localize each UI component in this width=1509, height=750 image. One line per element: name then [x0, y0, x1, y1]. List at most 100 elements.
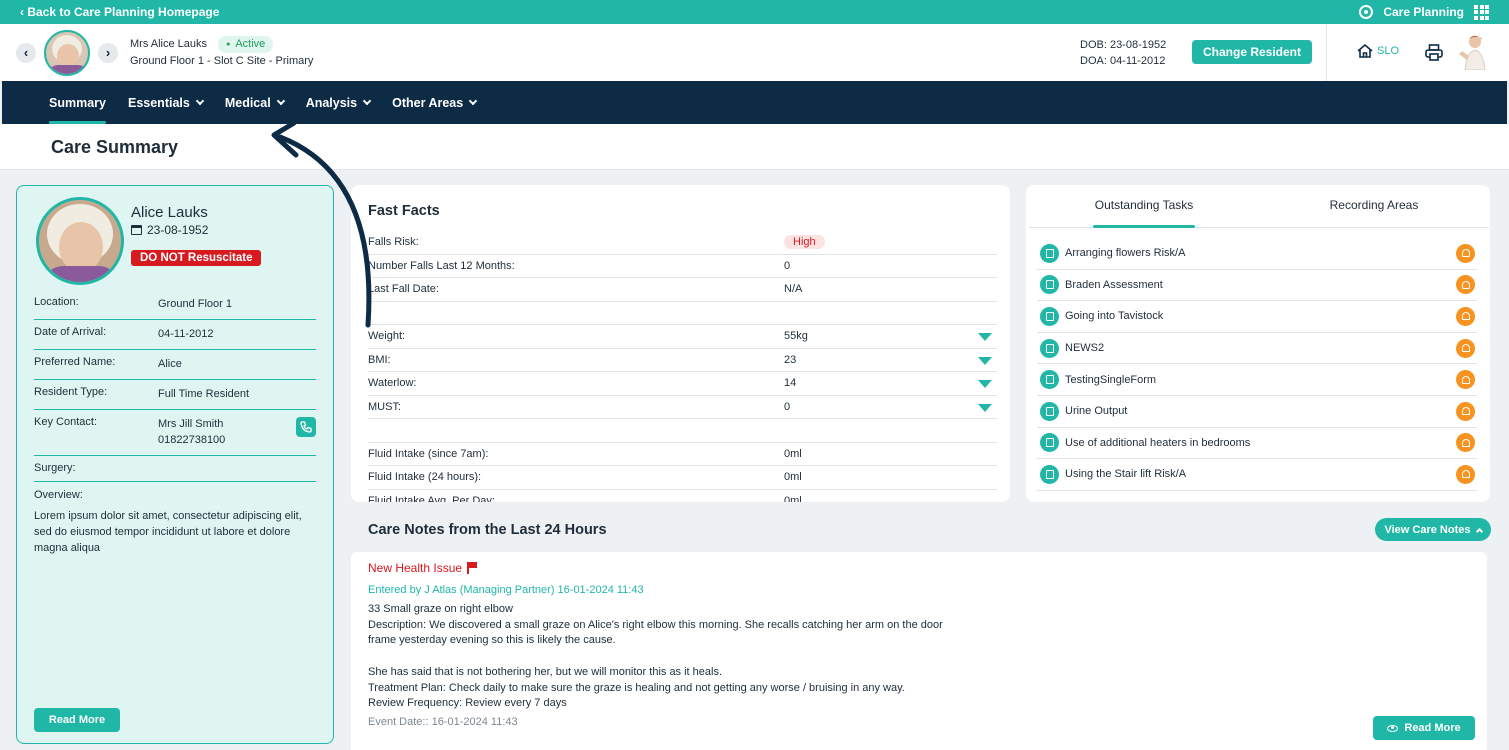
- chevron-down-icon: [468, 96, 478, 105]
- row-key: Preferred Name:: [34, 356, 116, 368]
- task-item[interactable]: TestingSingleForm: [1037, 364, 1477, 396]
- resident-photo: [36, 197, 124, 285]
- task-item[interactable]: Arranging flowers Risk/A: [1037, 238, 1477, 270]
- profile-row-location: Location: Ground Floor 1: [34, 290, 316, 320]
- note-line: Treatment Plan: Check daily to make sure…: [368, 681, 905, 694]
- task-item[interactable]: Going into Tavistock: [1037, 301, 1477, 333]
- print-icon[interactable]: [1425, 44, 1443, 61]
- note-line: frame yesterday evening so this is likel…: [368, 634, 616, 647]
- nav-summary[interactable]: Summary: [49, 81, 106, 124]
- expand-triangle-icon[interactable]: [978, 403, 992, 412]
- task-item[interactable]: NEWS2: [1037, 333, 1477, 365]
- profile-dob-value: 23-08-1952: [147, 223, 209, 237]
- note-line: [368, 649, 1008, 665]
- bell-icon[interactable]: [1456, 306, 1475, 326]
- overview-label: Overview:: [34, 489, 83, 501]
- profile-read-more-button[interactable]: Read More: [34, 708, 120, 732]
- home-slo-link[interactable]: SLO: [1356, 43, 1399, 59]
- row-value: Full Time Resident: [158, 388, 250, 400]
- form-icon: [1040, 306, 1059, 326]
- nav-essentials[interactable]: Essentials: [128, 81, 205, 124]
- ff-key: Weight:: [368, 330, 406, 343]
- ff-row-last-fall: Last Fall Date: N/A: [368, 278, 997, 302]
- bell-icon[interactable]: [1456, 275, 1475, 295]
- change-resident-button[interactable]: Change Resident: [1192, 40, 1312, 64]
- resident-dob: DOB: 23-08-1952: [1080, 39, 1167, 51]
- bell-icon[interactable]: [1456, 401, 1475, 421]
- ff-spacer: [368, 419, 997, 443]
- bell-icon[interactable]: [1456, 243, 1475, 263]
- ff-key: Fluid Intake Avg. Per Day:: [368, 494, 495, 502]
- form-icon: [1040, 275, 1059, 295]
- ff-row-falls-count: Number Falls Last 12 Months: 0: [368, 255, 997, 278]
- settings-gear-icon[interactable]: [1359, 5, 1374, 19]
- ff-value: 23: [784, 353, 797, 366]
- nav-analysis-label: Analysis: [305, 95, 358, 110]
- ff-value: 0ml: [784, 494, 802, 502]
- contact-name: Mrs Jill Smith: [158, 418, 224, 430]
- ff-row-weight: Weight: 55kg: [368, 325, 997, 349]
- task-item[interactable]: Use of additional heaters in bedrooms: [1037, 428, 1477, 460]
- profile-row-key-contact: Key Contact: Mrs Jill Smith 01822738100: [34, 410, 316, 456]
- profile-name: Alice Lauks: [131, 204, 208, 221]
- ff-row-must: MUST: 0: [368, 396, 997, 419]
- main-navigation: Summary Essentials Medical Analysis Othe…: [2, 81, 1507, 124]
- ff-row-fluid-avg: Fluid Intake Avg. Per Day: 0ml: [368, 490, 997, 502]
- task-item[interactable]: Braden Assessment: [1037, 270, 1477, 302]
- next-resident-chevron-right-icon[interactable]: ›: [98, 42, 118, 63]
- dnr-badge: DO NOT Resuscitate: [131, 250, 262, 266]
- nav-other-areas[interactable]: Other Areas: [392, 81, 478, 124]
- ff-value: N/A: [784, 283, 803, 296]
- falls-risk-badge: High: [784, 235, 825, 250]
- calendar-icon: [131, 225, 142, 235]
- bell-icon[interactable]: [1456, 370, 1475, 390]
- row-key: Key Contact:: [34, 416, 97, 428]
- resident-avatar: [44, 29, 90, 76]
- nav-medical[interactable]: Medical: [225, 81, 285, 124]
- task-item[interactable]: Using the Stair lift Risk/A: [1037, 459, 1477, 491]
- user-profile-icon[interactable]: [1457, 34, 1489, 70]
- note-author: Entered by J Atlas (Managing Partner) 16…: [368, 584, 644, 596]
- ff-value: 55kg: [784, 330, 808, 343]
- ff-row-falls-risk: Falls Risk: High: [368, 231, 997, 255]
- app-name-label: Care Planning: [1383, 5, 1464, 19]
- nav-analysis[interactable]: Analysis: [305, 81, 372, 124]
- divider: [1326, 24, 1327, 81]
- health-issue-heading: New Health Issue: [368, 561, 478, 575]
- form-icon: [1040, 370, 1059, 390]
- bell-icon[interactable]: [1456, 338, 1475, 358]
- view-care-notes-button[interactable]: View Care Notes: [1375, 518, 1491, 541]
- chevron-down-icon: [362, 96, 372, 105]
- note-read-more-button[interactable]: Read More: [1373, 716, 1475, 740]
- profile-row-resident-type: Resident Type: Full Time Resident: [34, 380, 316, 410]
- back-to-homepage-link[interactable]: ‹ Back to Care Planning Homepage: [20, 5, 219, 19]
- form-icon: [1040, 243, 1059, 263]
- profile-row-arrival: Date of Arrival: 04-11-2012: [34, 320, 316, 350]
- expand-triangle-icon[interactable]: [978, 380, 992, 388]
- task-item[interactable]: Urine Output: [1037, 396, 1477, 428]
- row-value: 04-11-2012: [158, 328, 214, 340]
- nav-other-areas-label: Other Areas: [392, 95, 464, 110]
- fast-facts-panel: Fast Facts Falls Risk: High Number Falls …: [351, 185, 1010, 502]
- eye-icon: [1387, 724, 1399, 732]
- tab-recording-areas[interactable]: Recording Areas: [1259, 185, 1489, 227]
- bell-icon[interactable]: [1456, 433, 1475, 453]
- task-label: Using the Stair lift Risk/A: [1065, 468, 1187, 481]
- resident-name: Mrs Alice Lauks: [130, 38, 208, 51]
- apps-grid-icon[interactable]: [1474, 4, 1489, 20]
- tab-outstanding-tasks[interactable]: Outstanding Tasks: [1029, 185, 1259, 228]
- task-label: Braden Assessment: [1065, 278, 1163, 291]
- tasks-panel: Outstanding Tasks Recording Areas Arrang…: [1026, 185, 1490, 502]
- expand-triangle-icon[interactable]: [978, 356, 992, 365]
- row-key: Location:: [34, 296, 79, 308]
- previous-resident-chevron-left-icon[interactable]: ‹: [16, 42, 36, 63]
- contact-phone: 01822738100: [158, 434, 226, 446]
- page-title: Care Summary: [51, 137, 179, 157]
- bell-icon[interactable]: [1456, 464, 1475, 484]
- resident-header: ‹ › Mrs Alice Lauks Active Ground Floor …: [0, 24, 1509, 81]
- issue-label: New Health Issue: [368, 561, 463, 575]
- expand-triangle-icon[interactable]: [978, 333, 992, 341]
- row-value: Alice: [158, 358, 182, 370]
- ff-row-bmi: BMI: 23: [368, 349, 997, 372]
- call-phone-icon[interactable]: [296, 417, 316, 437]
